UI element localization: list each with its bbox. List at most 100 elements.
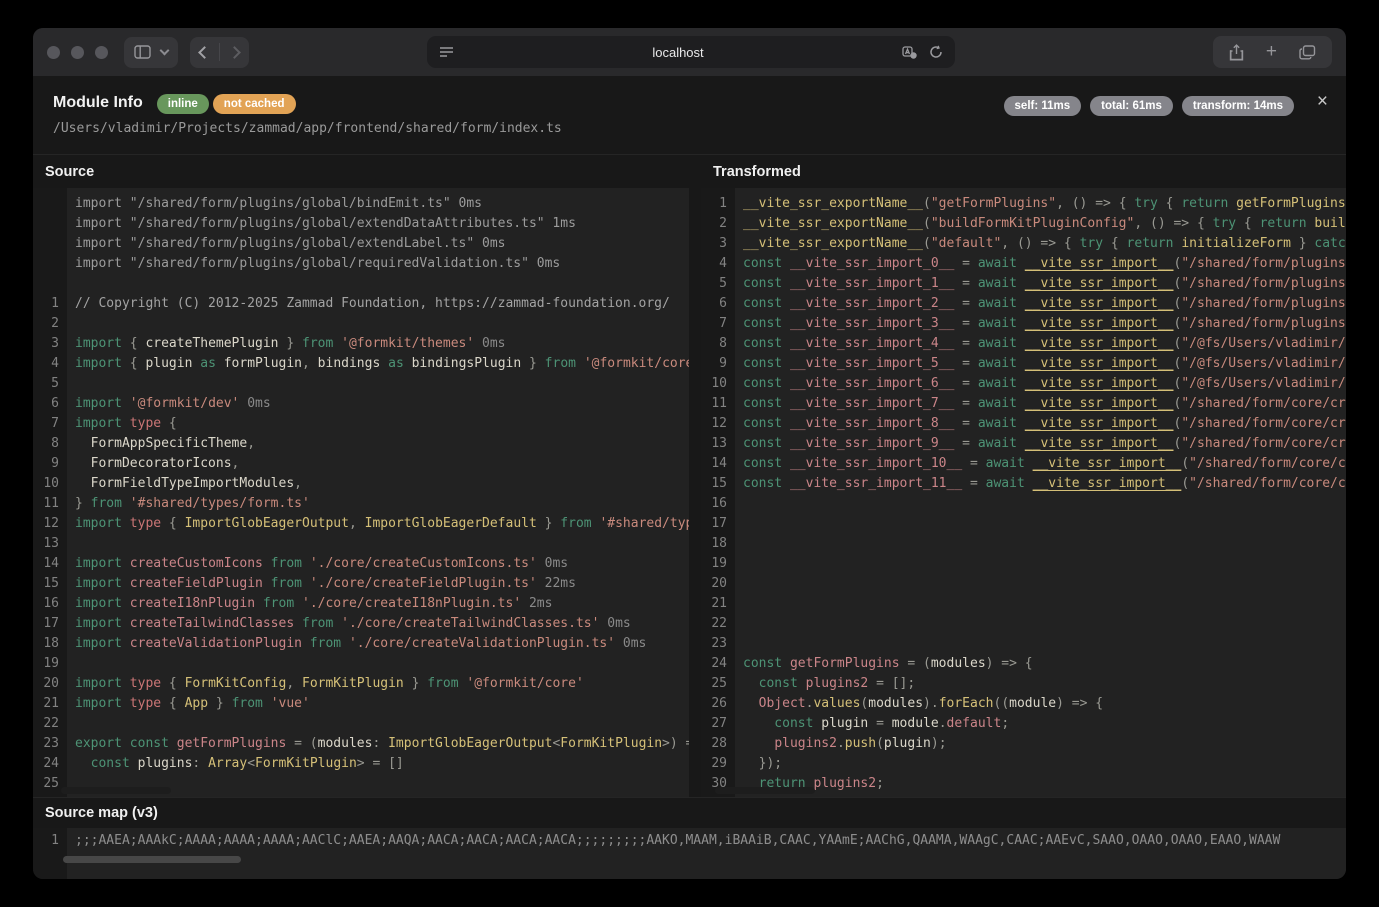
code-line: 19 (701, 554, 1346, 574)
url-bar[interactable]: localhost (427, 36, 955, 68)
code-text: const __vite_ssr_import_9__ = await __vi… (735, 434, 1346, 454)
code-line: 2__vite_ssr_exportName__("buildFormKitPl… (701, 214, 1346, 234)
line-number: 21 (701, 594, 735, 614)
transformed-code-area[interactable]: 1__vite_ssr_exportName__("getFormPlugins… (701, 188, 1346, 797)
sourcemap-mappings: ;;;AAEA;AAAkC;AAAA;AAAA;AAAA;AAClC;AAEA;… (67, 831, 1346, 851)
code-text: import createTailwindClasses from './cor… (67, 614, 689, 634)
code-line: 29 }); (701, 754, 1346, 774)
line-number: 13 (33, 534, 67, 554)
code-line: import "/shared/form/plugins/global/bind… (33, 194, 689, 214)
close-window-button[interactable] (47, 46, 60, 59)
line-number: 14 (701, 454, 735, 474)
traffic-lights (47, 46, 108, 59)
line-number: 23 (701, 634, 735, 654)
code-line: 3import { createThemePlugin } from '@for… (33, 334, 689, 354)
line-number: 12 (701, 414, 735, 434)
code-line: 13const __vite_ssr_import_9__ = await __… (701, 434, 1346, 454)
code-text: FormAppSpecificTheme, (67, 434, 689, 454)
line-number: 13 (701, 434, 735, 454)
code-line: 21import type { App } from 'vue' (33, 694, 689, 714)
line-number: 1 (33, 831, 67, 851)
code-line: 3__vite_ssr_exportName__("default", () =… (701, 234, 1346, 254)
source-panel-title: Source (33, 155, 689, 188)
code-text: const __vite_ssr_import_4__ = await __vi… (735, 334, 1346, 354)
nav-divider (219, 43, 220, 61)
new-tab-icon[interactable]: + (1266, 41, 1277, 63)
line-number: 24 (701, 654, 735, 674)
close-icon[interactable]: × (1317, 92, 1328, 111)
code-line: 18 (701, 534, 1346, 554)
line-number: 19 (701, 554, 735, 574)
line-number: 7 (701, 314, 735, 334)
sidebar-toggle[interactable] (124, 37, 178, 68)
line-number: 10 (33, 474, 67, 494)
transformed-horizontal-scrollbar[interactable] (715, 787, 815, 794)
line-number: 2 (701, 214, 735, 234)
reader-icon[interactable] (439, 46, 454, 59)
code-text: import type { ImportGlobEagerOutput, Imp… (67, 514, 689, 534)
code-line: 11const __vite_ssr_import_7__ = await __… (701, 394, 1346, 414)
source-code-area[interactable]: import "/shared/form/plugins/global/bind… (33, 188, 689, 797)
reload-icon[interactable] (929, 45, 943, 59)
line-number: 18 (33, 634, 67, 654)
code-text: FormFieldTypeImportModules, (67, 474, 689, 494)
line-number: 6 (33, 394, 67, 414)
zoom-window-button[interactable] (95, 46, 108, 59)
transformed-panel: Transformed 1__vite_ssr_exportName__("ge… (701, 155, 1346, 797)
code-text: import createValidationPlugin from './co… (67, 634, 689, 654)
code-text: import "/shared/form/plugins/global/requ… (67, 254, 689, 274)
code-text: const __vite_ssr_import_11__ = await __v… (735, 474, 1346, 494)
module-path: /Users/vladimir/Projects/zammad/app/fron… (53, 121, 1326, 136)
timing-badges: self: 11mstotal: 61mstransform: 14ms (1004, 96, 1294, 116)
line-number: 8 (33, 434, 67, 454)
code-text: }); (735, 754, 1346, 774)
code-line: 9const __vite_ssr_import_5__ = await __v… (701, 354, 1346, 374)
line-number: 20 (701, 574, 735, 594)
code-text: Object.values(modules).forEach((module) … (735, 694, 1346, 714)
nav-buttons (190, 37, 249, 68)
code-text: const __vite_ssr_import_6__ = await __vi… (735, 374, 1346, 394)
code-text (67, 274, 689, 294)
translate-icon[interactable] (902, 46, 917, 59)
code-text: const getFormPlugins = (modules) => { (735, 654, 1346, 674)
line-number: 18 (701, 534, 735, 554)
line-number: 14 (33, 554, 67, 574)
line-number: 9 (33, 454, 67, 474)
source-panel: Source import "/shared/form/plugins/glob… (33, 155, 689, 797)
code-text (67, 654, 689, 674)
line-number: 7 (33, 414, 67, 434)
code-line: 16 (701, 494, 1346, 514)
code-line: 4import { plugin as formPlugin, bindings… (33, 354, 689, 374)
tab-overview-icon[interactable] (1299, 45, 1316, 60)
share-icon[interactable] (1229, 44, 1244, 61)
line-number: 2 (33, 314, 67, 334)
code-text: const plugin = module.default; (735, 714, 1346, 734)
code-line: 27 const plugin = module.default; (701, 714, 1346, 734)
code-line: 5 (33, 374, 689, 394)
code-panels: Source import "/shared/form/plugins/glob… (33, 155, 1346, 797)
line-number: 22 (33, 714, 67, 734)
line-number: 9 (701, 354, 735, 374)
code-text: import { plugin as formPlugin, bindings … (67, 354, 689, 374)
back-button[interactable] (200, 48, 209, 57)
sourcemap-horizontal-scrollbar[interactable] (63, 856, 241, 863)
sourcemap-code-area[interactable]: 1 ;;;AAEA;AAAkC;AAAA;AAAA;AAAA;AAClC;AAE… (33, 828, 1346, 879)
code-text: __vite_ssr_exportName__("default", () =>… (735, 234, 1346, 254)
line-number: 25 (701, 674, 735, 694)
code-line: 28 plugins2.push(plugin); (701, 734, 1346, 754)
line-number: 22 (701, 614, 735, 634)
source-horizontal-scrollbar[interactable] (61, 787, 171, 794)
code-text: import "/shared/form/plugins/global/exte… (67, 234, 689, 254)
code-line (33, 274, 689, 294)
code-text: import type { FormKitConfig, FormKitPlug… (67, 674, 689, 694)
timing-badge: transform: 14ms (1182, 96, 1294, 116)
code-line: 22 (701, 614, 1346, 634)
code-text: const __vite_ssr_import_8__ = await __vi… (735, 414, 1346, 434)
code-line: 15import createFieldPlugin from './core/… (33, 574, 689, 594)
code-text (735, 574, 1346, 594)
code-text: import type { (67, 414, 689, 434)
forward-button[interactable] (230, 48, 239, 57)
minimize-window-button[interactable] (71, 46, 84, 59)
code-line: 14import createCustomIcons from './core/… (33, 554, 689, 574)
code-line: 13 (33, 534, 689, 554)
